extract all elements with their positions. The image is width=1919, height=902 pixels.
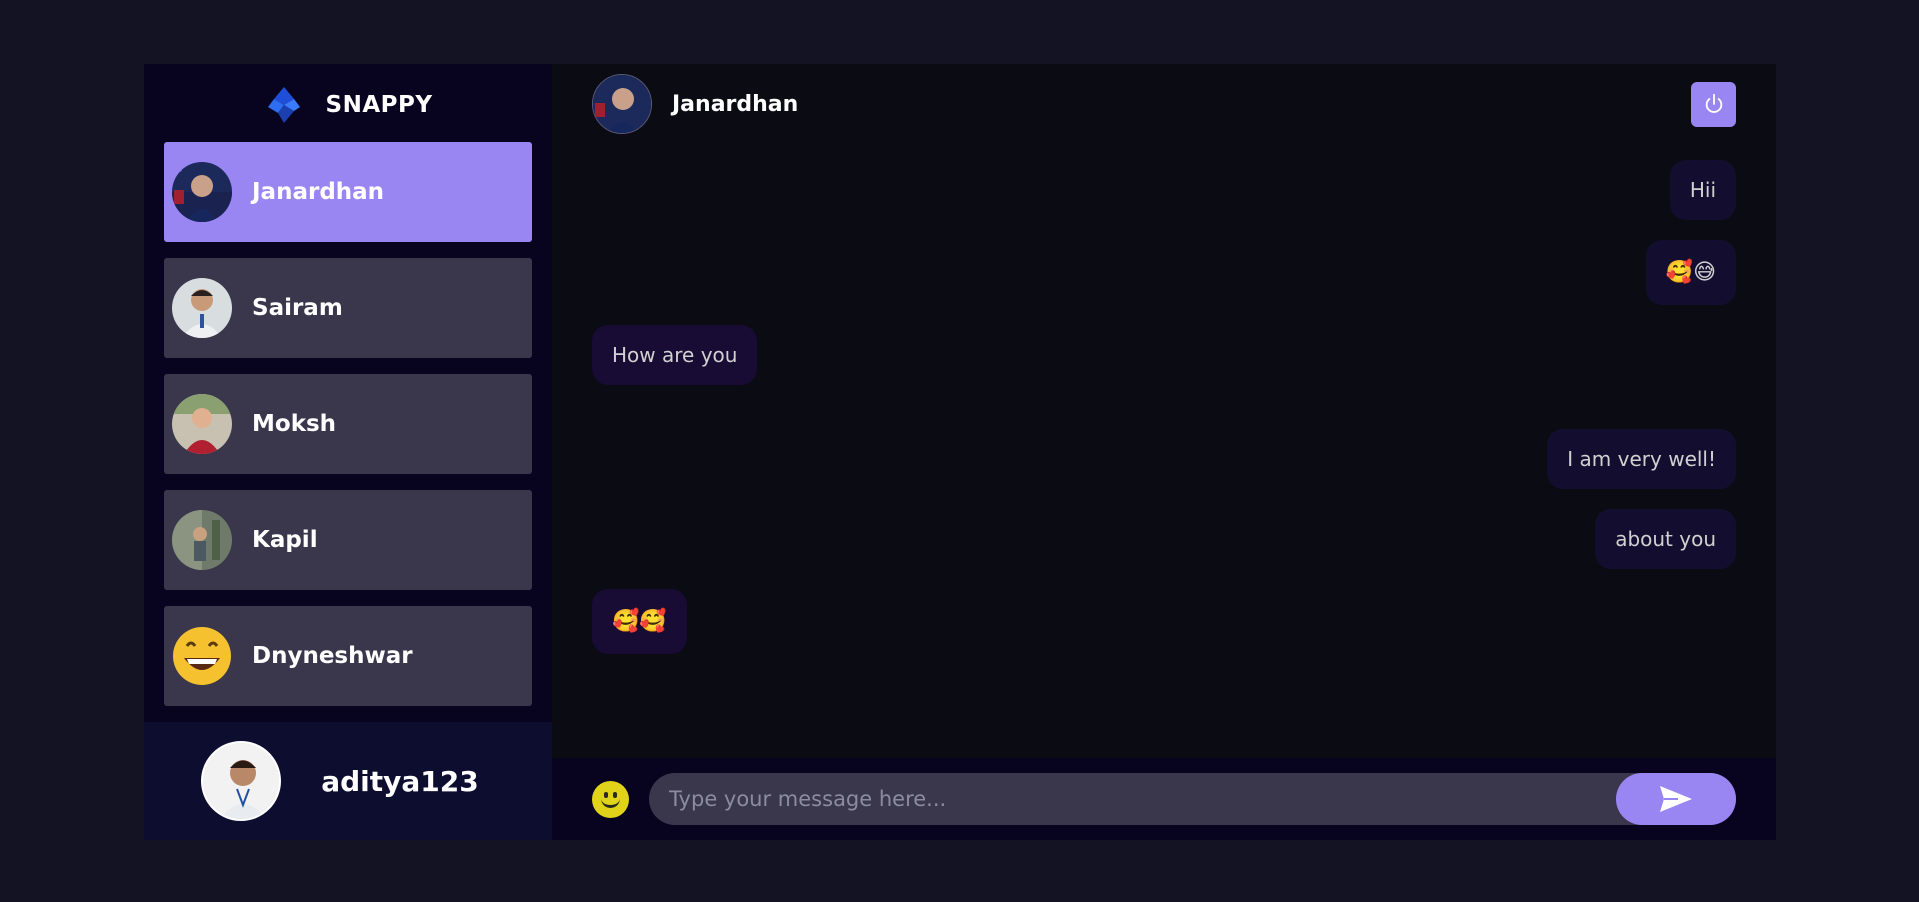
- message-sent: about you: [592, 509, 1736, 569]
- contact-item-sairam[interactable]: Sairam: [164, 258, 532, 358]
- message-received: How are you: [592, 325, 1736, 385]
- message-bubble: 🥰🥰: [592, 589, 687, 654]
- contact-avatar: [172, 510, 232, 570]
- message-input[interactable]: [649, 773, 1616, 825]
- brand: SNAPPY: [144, 64, 552, 142]
- send-button[interactable]: [1616, 773, 1736, 825]
- message-sent: I am very well!: [592, 429, 1736, 489]
- message-bubble: 🥰😅: [1645, 240, 1736, 305]
- chat-user-avatar: [592, 74, 652, 134]
- contact-name: Dnyneshwar: [252, 643, 413, 669]
- message-received: 🥰🥰: [592, 589, 1736, 654]
- message-sent: Hii: [592, 160, 1736, 220]
- current-user-panel: aditya123: [144, 722, 552, 840]
- contact-list: Janardhan Sairam Moksh Kapil Dnyneshwar: [144, 142, 552, 722]
- contact-item-janardhan[interactable]: Janardhan: [164, 142, 532, 242]
- message-input-container: [649, 773, 1736, 825]
- contact-avatar: [172, 278, 232, 338]
- logout-button[interactable]: [1691, 81, 1736, 127]
- message-bubble: How are you: [592, 325, 758, 385]
- contact-avatar: [172, 162, 232, 222]
- current-user-avatar[interactable]: [201, 741, 282, 821]
- contact-name: Janardhan: [252, 179, 385, 205]
- brand-name: SNAPPY: [325, 92, 433, 118]
- snappy-logo-icon: [267, 87, 300, 123]
- contact-avatar: [172, 394, 232, 454]
- contact-name: Kapil: [252, 527, 318, 553]
- chat-app: SNAPPY Janardhan Sairam Moksh Kapil Dnyn…: [144, 64, 1776, 840]
- current-username: aditya123: [321, 764, 479, 798]
- chat-user-name: Janardhan: [672, 91, 799, 117]
- contact-avatar: [172, 626, 232, 686]
- contact-name: Moksh: [252, 411, 337, 437]
- contact-item-dnyneshwar[interactable]: Dnyneshwar: [164, 606, 532, 706]
- chat-container: Janardhan Hii 🥰😅 How are you I am very w…: [552, 64, 1776, 840]
- chat-header: Janardhan: [552, 64, 1776, 144]
- message-bubble: about you: [1595, 509, 1736, 569]
- contact-name: Sairam: [252, 295, 343, 321]
- message-sent: 🥰😅: [592, 240, 1736, 305]
- chat-input-bar: [552, 758, 1776, 840]
- message-bubble: I am very well!: [1547, 429, 1736, 489]
- contact-item-kapil[interactable]: Kapil: [164, 490, 532, 590]
- chat-user-details: Janardhan: [592, 74, 798, 134]
- power-icon: [1705, 93, 1722, 113]
- emoji-picker-icon[interactable]: [592, 780, 629, 818]
- message-bubble: Hii: [1669, 160, 1736, 220]
- contact-item-moksh[interactable]: Moksh: [164, 374, 532, 474]
- message-list: Hii 🥰😅 How are you I am very well! about…: [552, 144, 1776, 758]
- send-icon: [1660, 786, 1692, 812]
- contacts-sidebar: SNAPPY Janardhan Sairam Moksh Kapil Dnyn…: [144, 64, 552, 840]
